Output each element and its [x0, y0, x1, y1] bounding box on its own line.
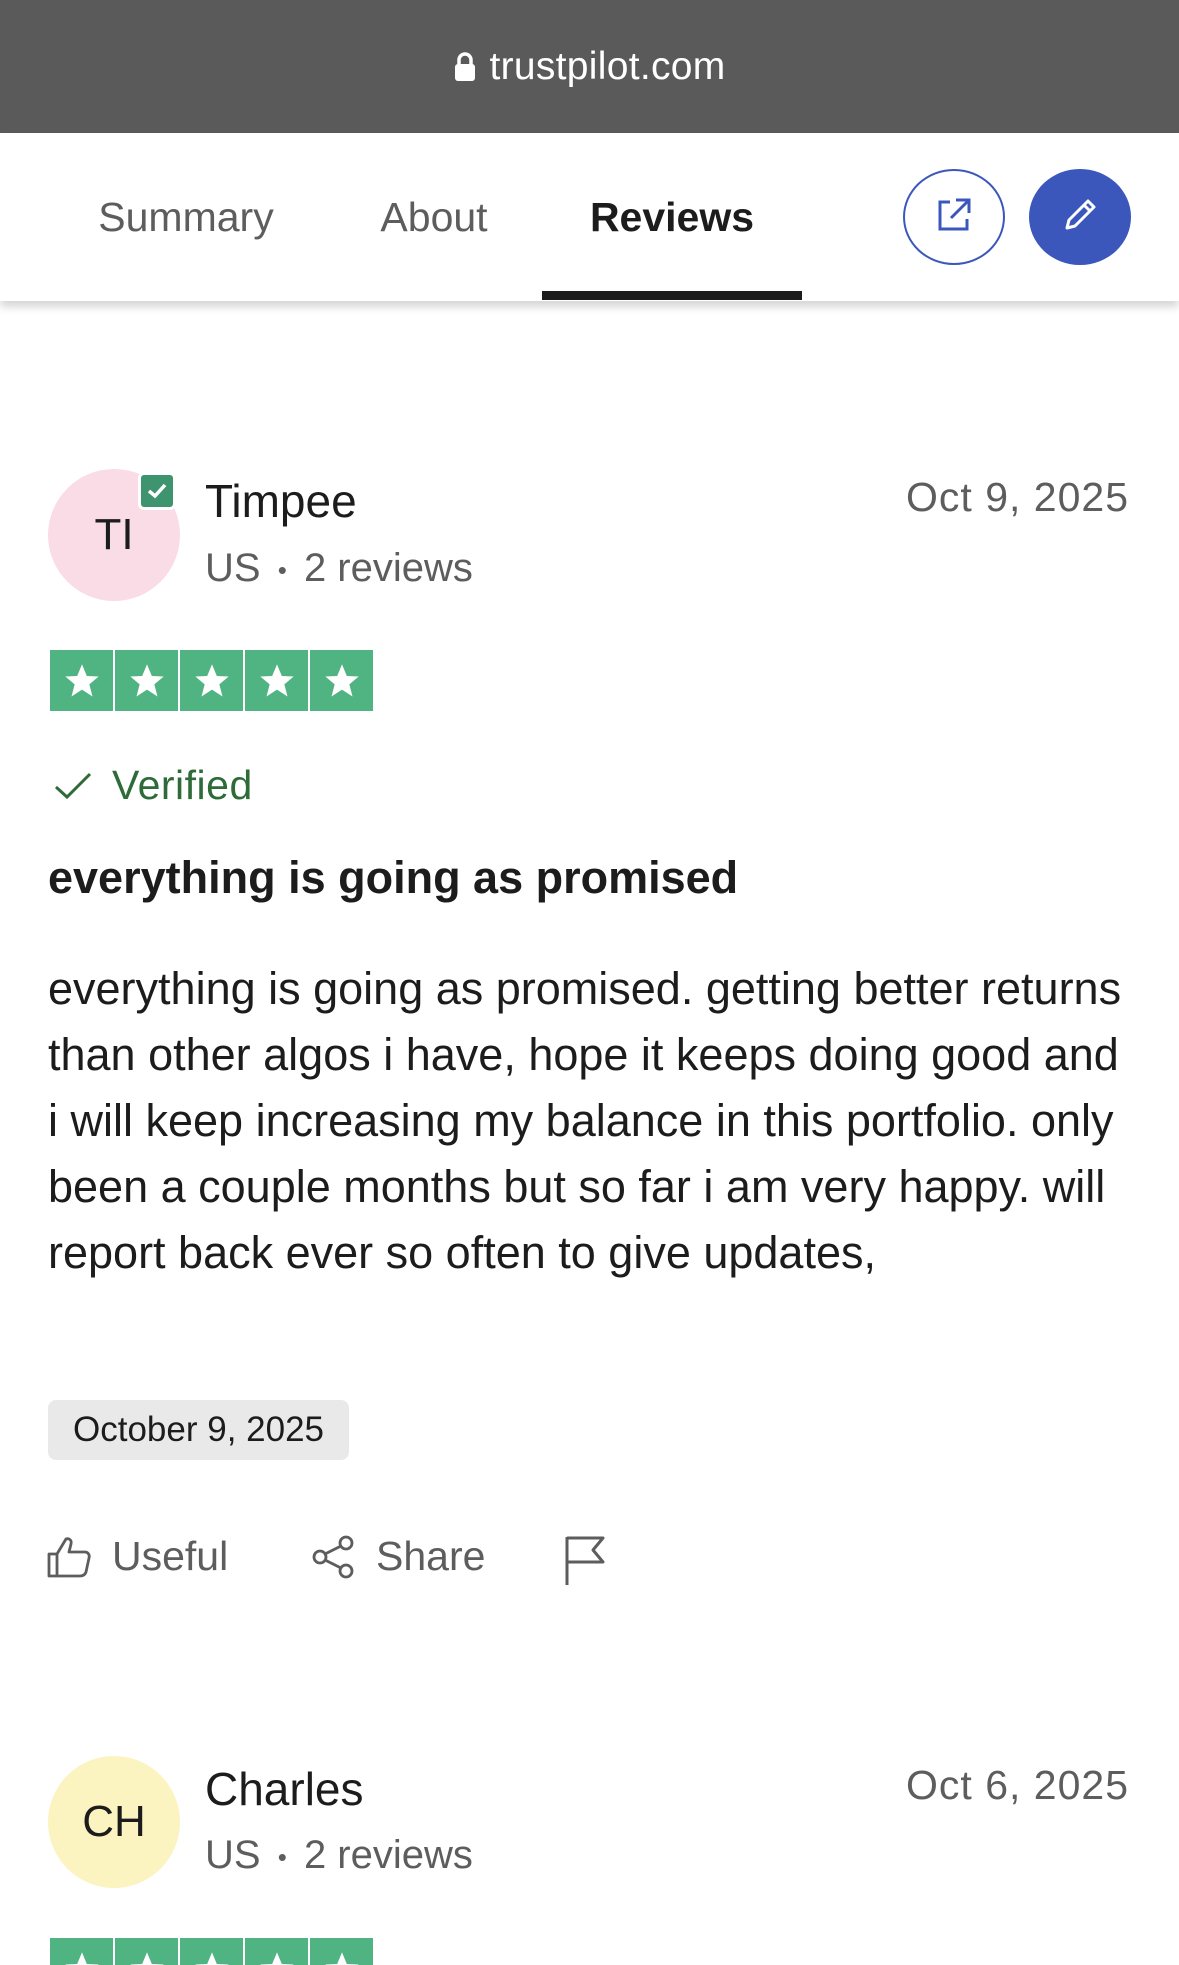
useful-button[interactable]: Useful: [46, 1533, 228, 1580]
flag-icon: [565, 1536, 605, 1585]
star-icon: [180, 650, 243, 711]
meta-separator: •: [277, 554, 287, 585]
reviewer-review-count: 2 reviews: [303, 546, 473, 590]
reviewer-country: US: [205, 1833, 261, 1877]
review-body: everything is going as promised. getting…: [48, 963, 1122, 1278]
reviewer-name[interactable]: Charles: [205, 1762, 364, 1816]
meta-separator: •: [277, 1841, 287, 1872]
report-button[interactable]: [563, 1533, 627, 1587]
verified-reviewer-badge: [138, 472, 176, 510]
star-icon: [50, 650, 113, 711]
write-review-button[interactable]: [1029, 169, 1131, 265]
reviewer-meta: US • 2 reviews: [205, 1833, 473, 1878]
star-rating: [50, 650, 373, 711]
star-icon: [115, 650, 178, 711]
star-icon: [310, 1938, 373, 1965]
active-tab-indicator: [542, 291, 802, 300]
share-icon: [312, 1535, 354, 1578]
avatar-initials: TI: [94, 510, 134, 559]
verified-check-icon: [54, 772, 92, 799]
star-icon: [180, 1938, 243, 1965]
external-link-icon: [935, 196, 973, 239]
star-icon: [310, 650, 373, 711]
star-icon: [245, 1938, 308, 1965]
thumbs-up-icon: [47, 1536, 91, 1577]
star-icon: [245, 650, 308, 711]
pencil-icon: [1058, 193, 1102, 242]
browser-url-bar[interactable]: trustpilot.com: [0, 0, 1179, 133]
url-text: trustpilot.com: [489, 44, 726, 88]
tab-reviews[interactable]: Reviews: [542, 133, 802, 301]
tab-summary[interactable]: Summary: [58, 133, 314, 301]
review-title[interactable]: everything is going as promised: [48, 852, 738, 904]
tab-bar: Summary About Reviews: [0, 133, 1179, 301]
verified-label: Verified: [112, 762, 253, 808]
reviewer-name[interactable]: Timpee: [205, 474, 357, 528]
useful-label: Useful: [112, 1533, 229, 1579]
share-label: Share: [376, 1533, 486, 1579]
date-of-experience: October 9, 2025: [48, 1400, 349, 1460]
review-date: Oct 9, 2025: [906, 474, 1129, 520]
page: trustpilot.com Summary About Reviews TI …: [0, 0, 1179, 1965]
open-website-button[interactable]: [903, 169, 1005, 265]
verified-label-row[interactable]: Verified: [52, 762, 253, 809]
lock-icon: [453, 51, 477, 82]
check-icon: [147, 483, 167, 499]
reviewer-meta: US • 2 reviews: [205, 546, 473, 591]
reviewer-review-count: 2 reviews: [303, 1833, 473, 1877]
share-button[interactable]: Share: [310, 1533, 485, 1580]
star-rating: [50, 1938, 373, 1965]
reviewer-country: US: [205, 546, 261, 590]
tab-about[interactable]: About: [349, 133, 519, 301]
review-date: Oct 6, 2025: [906, 1762, 1129, 1808]
star-icon: [50, 1938, 113, 1965]
star-icon: [115, 1938, 178, 1965]
avatar-initials: CH: [82, 1797, 146, 1846]
avatar[interactable]: CH: [48, 1756, 180, 1888]
